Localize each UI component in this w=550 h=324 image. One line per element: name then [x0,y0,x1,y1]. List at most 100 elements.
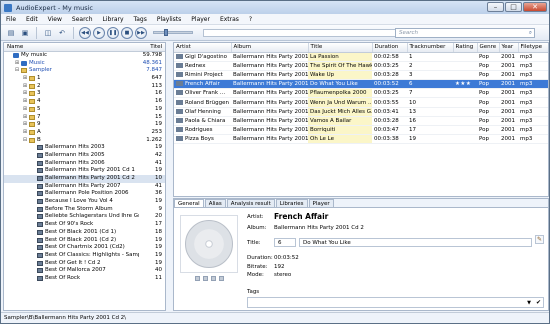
column-year[interactable]: Year [499,43,519,53]
column-filetype[interactable]: Filetype [518,43,548,53]
pause-icon[interactable]: ❚❚ [107,26,119,39]
tree-item[interactable]: ⊞ 7 15 [4,114,165,122]
tab-analysis-result[interactable]: Analysis result [226,199,275,207]
track-row[interactable]: Paola & Chiara Ballermann Hits Party 2001… [174,116,548,127]
column-artist[interactable]: Artist [174,43,232,53]
menu-player[interactable]: Player [186,16,215,23]
tab-libraries[interactable]: Libraries [275,199,308,207]
expand-toggle-icon[interactable]: ⊟ [22,137,28,145]
track-number-field[interactable]: 6 [274,238,296,247]
expand-toggle-icon[interactable]: ⊞ [22,121,28,129]
tree-item[interactable]: Best Of Chartmix 2001 (Cd2) 19 [4,244,165,252]
tree-item[interactable]: ⊞ 2 113 [4,83,165,91]
track-row[interactable]: Oliver Frank ... Ballermann Hits Party 20… [174,88,548,99]
search-icon[interactable]: ⌕ [529,29,532,38]
play-icon[interactable]: ▶ [93,26,105,39]
cover-next-button[interactable] [202,276,208,281]
tree-item[interactable]: ⊞ Music 48.361 [4,60,165,68]
expand-toggle-icon[interactable]: ⊞ [22,129,28,137]
tree-item[interactable]: Best Of Black 2001 (Cd 2) 19 [4,237,165,245]
tree-item[interactable]: Best Of Get It ! Cd 2 19 [4,260,165,268]
column-title[interactable]: Title [308,43,373,53]
menu-tags[interactable]: Tags [129,16,152,23]
tree-item[interactable]: Ballermann Hits 2005 42 [4,152,165,160]
column-tracknumber[interactable]: Tracknumber [407,43,454,53]
track-row[interactable]: Rodrigues Ballermann Hits Party 2001... Bo… [174,125,548,136]
expand-toggle-icon[interactable]: ⊞ [22,75,28,83]
menu-help[interactable]: ? [244,16,257,23]
tags-input[interactable]: ▼ ✔ [247,297,544,308]
check-icon[interactable]: ✔ [536,299,541,306]
edit-tags-icon[interactable]: ◫ [42,27,54,39]
expand-toggle-icon[interactable]: ⊞ [22,83,28,91]
column-rating[interactable]: Rating [453,43,478,53]
menu-search[interactable]: Search [67,16,98,23]
tree-item[interactable]: My music 59.798 [4,52,165,60]
tree-item[interactable]: ⊟ B 1.262 [4,137,165,145]
undo-icon[interactable]: ↶ [56,27,68,39]
menu-edit[interactable]: Edit [21,16,43,23]
column-name[interactable]: Name [7,43,23,51]
menu-file[interactable]: File [1,16,21,23]
track-row[interactable]: Roland Brüggen Ballermann Hits Party 2001… [174,97,548,108]
tree-item[interactable]: Best Of 90's Rock 17 [4,221,165,229]
cover-art[interactable] [180,215,238,273]
tree-item[interactable]: Beliebte Schlagerstars Und Ihre Gr... 20 [4,213,165,221]
stop-icon[interactable]: ■ [121,26,133,39]
menu-extras[interactable]: Extras [215,16,244,23]
track-row[interactable]: Rednex Ballermann Hits Party 2001... The S… [174,61,548,71]
column-genre[interactable]: Genre [477,43,500,53]
tree-item[interactable]: Best Of Classics: Highlights - Sampl... 1… [4,252,165,260]
column-duration[interactable]: Duration [372,43,408,53]
close-button[interactable]: ✕ [523,2,547,12]
menu-playlists[interactable]: Playlists [152,16,186,23]
tree-item[interactable]: Best Of Rock 11 [4,275,165,283]
expand-toggle-icon[interactable]: ⊟ [14,67,20,75]
track-row[interactable]: Pizza Boys Ballermann Hits Party 2001... O… [174,134,548,145]
tree-item[interactable]: Ballermann Hits 2006 41 [4,160,165,168]
search-input[interactable]: Search ⌕ [395,28,535,38]
tree-item[interactable]: Because I Love You Vol 4 19 [4,198,165,206]
column-count[interactable]: Titel [150,43,162,51]
add-folder-icon[interactable]: ▤ [5,27,17,39]
expand-toggle-icon[interactable]: ⊞ [14,60,20,68]
previous-icon[interactable]: ◀◀ [79,26,91,39]
tree-item[interactable]: ⊞ 5 19 [4,106,165,114]
cover-prev-button[interactable] [194,276,200,281]
position-bar[interactable] [203,28,403,37]
menu-view[interactable]: View [43,16,67,23]
tree-item[interactable]: Best Of Black 2001 (Cd 1) 18 [4,229,165,237]
tree-item[interactable]: Ballermann Hits 2003 19 [4,144,165,152]
tab-alias[interactable]: Alias [204,199,226,207]
chevron-down-icon[interactable]: ▼ [527,300,531,306]
expand-toggle-icon[interactable]: ⊞ [22,106,28,114]
expand-toggle-icon[interactable]: ⊞ [22,90,28,98]
tree-item[interactable]: Best Of Mallorca 2007 40 [4,267,165,275]
tree-item[interactable]: Ballermann Pole Position 2006 36 [4,190,165,198]
tree-item[interactable]: ⊞ 1 647 [4,75,165,83]
track-row[interactable]: French Affair Ballermann Hits Party 2001.… [174,79,548,90]
cover-delete-button[interactable] [218,276,224,281]
tree-item[interactable]: ⊟ Sampler 7.847 [4,67,165,75]
tree-item[interactable]: Ballermann Hits Party 2001 Cd 1 19 [4,167,165,175]
tree-item[interactable]: ⊞ A 253 [4,129,165,137]
tree-item[interactable]: Ballermann Hits Party 2001 Cd 2 10 [4,175,165,183]
expand-toggle-icon[interactable]: ⊞ [22,98,28,106]
tree-item[interactable]: ⊞ 3 16 [4,90,165,98]
title-field[interactable]: Do What You Like [299,238,532,247]
expand-toggle-icon[interactable]: ⊞ [22,114,28,122]
tree-item[interactable]: ⊞ 9 19 [4,121,165,129]
tree-item[interactable]: ⊞ 4 16 [4,98,165,106]
save-icon[interactable]: ▣ [19,27,31,39]
track-row[interactable]: Gigi D'agostino Ballermann Hits Party 200… [174,52,548,62]
column-album[interactable]: Album [231,43,309,53]
tab-general[interactable]: General [174,199,204,207]
menu-library[interactable]: Library [98,16,129,23]
cover-load-button[interactable] [210,276,216,281]
track-row[interactable]: Rimini Project Ballermann Hits Party 2001… [174,70,548,81]
edit-pencil-icon[interactable]: ✎ [535,235,544,244]
next-icon[interactable]: ▶▶ [135,26,147,39]
minimize-button[interactable]: – [487,2,504,12]
maximize-button[interactable]: □ [505,2,522,12]
tab-player[interactable]: Player [308,199,334,207]
